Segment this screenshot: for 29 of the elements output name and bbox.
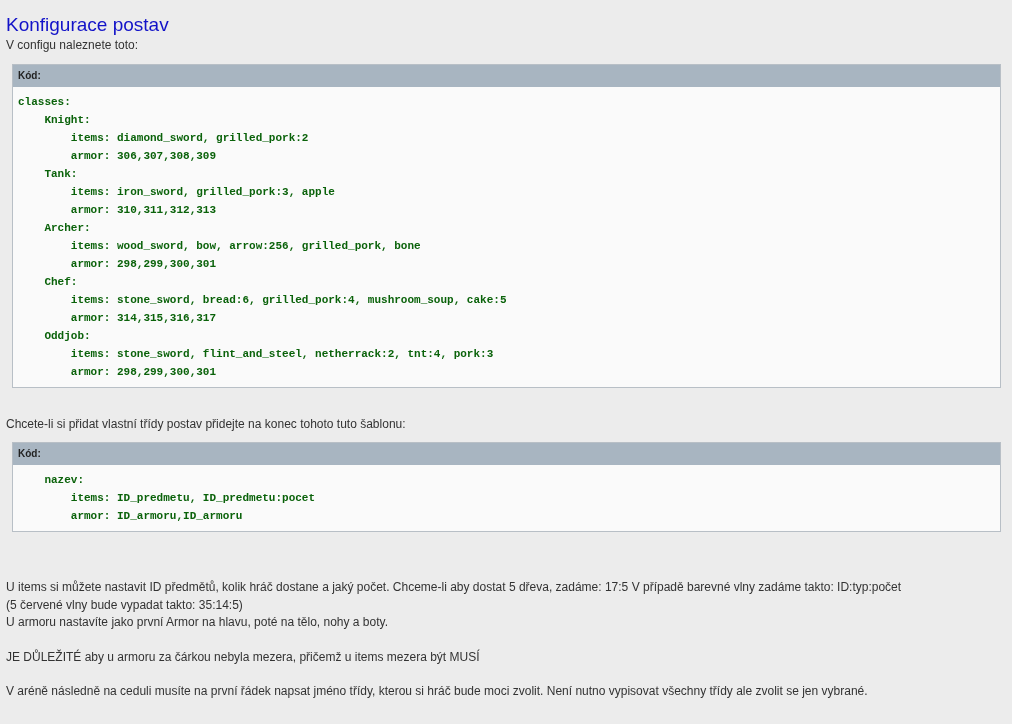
code-line: items: ID_predmetu, ID_predmetu:pocet bbox=[69, 491, 316, 506]
code-line: items: iron_sword, grilled_pork:3, apple bbox=[69, 184, 335, 200]
code-header: Kód: bbox=[13, 64, 1000, 87]
code-line: armor: 314,315,316,317 bbox=[69, 310, 217, 326]
code-line: armor: 298,299,300,301 bbox=[69, 256, 217, 272]
code-line: items: stone_sword, flint_and_steel, netherrack:2, tnt:4, pork:3 bbox=[69, 346, 494, 362]
code-line: armor: 298,299,300,301 bbox=[69, 364, 217, 380]
code-line: classes: bbox=[18, 94, 71, 110]
paragraph-text: JE DŮLEŽITÉ aby u armoru za čárkou nebyla mezera, přičemž u items mezera být MUSÍ bbox=[6, 648, 480, 666]
code-line: Oddjob: bbox=[43, 328, 91, 344]
code-line: nazev: bbox=[43, 473, 84, 488]
code-line: armor: 310,311,312,313 bbox=[69, 202, 217, 218]
paragraph-text: (5 červené vlny bude vypadat takto: 35:14:5) bbox=[6, 596, 243, 614]
paragraph-text: U armoru nastavíte jako první Armor na hlavu, poté na tělo, nohy a boty. bbox=[6, 614, 388, 631]
code-line: armor: ID_armoru,ID_armoru bbox=[69, 509, 243, 524]
paragraph-text: V aréně následně na ceduli musíte na první řádek napsat jméno třídy, kterou si hráč bude moci zvolit. Není nutno vypisovat všechny třídy ale zvolit se jen vybrané. bbox=[6, 683, 868, 700]
code-line: Archer: bbox=[43, 220, 91, 236]
page-title: Konfigurace postav bbox=[6, 13, 169, 37]
code-line: Knight: bbox=[43, 112, 91, 128]
code-line: items: stone_sword, bread:6, grilled_pork:4, mushroom_soup, cake:5 bbox=[69, 292, 507, 308]
code-line: Tank: bbox=[43, 166, 78, 182]
code-header: Kód: bbox=[13, 443, 1000, 465]
code-line: armor: 306,307,308,309 bbox=[69, 148, 217, 164]
code-line: Chef: bbox=[43, 274, 78, 290]
intro-text: V configu naleznete toto: bbox=[6, 37, 139, 54]
paragraph-text: U items si můžete nastavit ID předmětů, kolik hráč dostane a jaký počet. Chceme-li aby dostat 5 dřeva, zadáme: 17:5 V případě barevné vlny zadáme takto: ID:typ:počet bbox=[6, 579, 902, 596]
code-line: items: wood_sword, bow, arrow:256, grilled_pork, bone bbox=[69, 238, 421, 254]
code-line: items: diamond_sword, grilled_pork:2 bbox=[69, 130, 309, 146]
template-text: Chcete-li si přidat vlastní třídy postav přidejte na konec tohoto tuto šablonu: bbox=[6, 415, 406, 433]
